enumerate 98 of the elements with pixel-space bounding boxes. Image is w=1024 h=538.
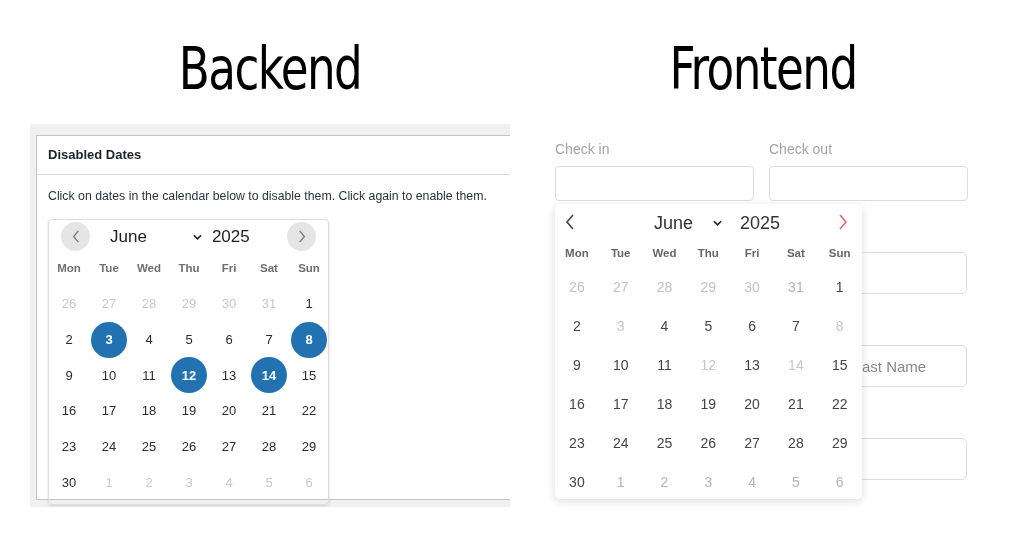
calendar-day[interactable]: 22	[817, 385, 862, 424]
calendar-day[interactable]: 6	[211, 321, 247, 358]
caret-icon	[713, 220, 723, 226]
calendar-day[interactable]: 11	[131, 357, 167, 394]
calendar-day[interactable]: 28	[251, 428, 287, 465]
calendar-day[interactable]: 20	[730, 385, 774, 424]
input-field[interactable]	[555, 166, 754, 201]
calendar-day[interactable]: 20	[211, 393, 247, 429]
calendar-day[interactable]: 4	[131, 321, 167, 358]
weekday-label: Thu	[177, 260, 201, 276]
calendar-day[interactable]: 7	[774, 307, 818, 346]
weekday-label: Wed	[651, 246, 678, 261]
calendar-day[interactable]: 17	[598, 385, 643, 424]
weekday-label: Mon	[564, 246, 590, 261]
calendar-day[interactable]: 10	[91, 357, 127, 394]
calendar-day[interactable]: 16	[555, 385, 599, 424]
weekday-label: Tue	[609, 246, 632, 261]
calendar-day[interactable]: 21	[774, 385, 818, 424]
calendar-day[interactable]: 14	[251, 357, 287, 394]
calendar-day[interactable]: 24	[598, 424, 643, 463]
chevron-left-icon	[565, 214, 575, 230]
calendar-day[interactable]: 29	[291, 428, 327, 465]
weekday-label: Sun	[827, 246, 852, 261]
calendar-day[interactable]: 17	[91, 393, 127, 429]
calendar-day[interactable]: 5	[171, 321, 207, 358]
year-field[interactable]: 2025	[211, 224, 250, 250]
calendar-day[interactable]: 29	[817, 424, 862, 463]
month-select[interactable]: June	[110, 224, 202, 250]
weekday-label: Fri	[743, 246, 761, 261]
weekday-label: Tue	[98, 260, 120, 276]
calendar-day[interactable]: 26	[171, 428, 207, 465]
section-heading: Frontend	[668, 40, 857, 105]
calendar-day[interactable]: 13	[211, 357, 247, 394]
calendar-day[interactable]: 2	[51, 321, 87, 358]
calendar-day[interactable]: 30	[51, 464, 87, 501]
field-label: Check in	[555, 140, 611, 158]
calendar-day[interactable]: 4	[642, 307, 687, 346]
calendar-day[interactable]: 27	[730, 424, 774, 463]
calendar-day[interactable]: 25	[642, 424, 687, 463]
calendar-day[interactable]: 1	[817, 268, 862, 307]
weekday-label: Fri	[220, 260, 238, 276]
calendar-day: 27	[598, 268, 643, 307]
instruction-text: Click on dates in the calendar below to disable them. Click again to enable them.	[48, 187, 487, 205]
calendar-day[interactable]: 12	[171, 357, 207, 394]
calendar-day[interactable]: 21	[251, 393, 287, 429]
calendar-day[interactable]: 9	[51, 357, 87, 394]
calendar-day[interactable]: 30	[555, 463, 599, 502]
calendar-day[interactable]: 23	[555, 424, 599, 463]
calendar-day[interactable]: 5	[686, 307, 731, 346]
calendar-day[interactable]: 16	[51, 393, 87, 429]
calendar-day[interactable]: 22	[291, 393, 327, 429]
calendar-day[interactable]: 3	[91, 321, 127, 358]
calendar-day[interactable]: 23	[51, 428, 87, 465]
calendar-day: 29	[686, 268, 731, 307]
chevron-right-icon	[838, 214, 848, 230]
weekday-label: Sun	[297, 260, 321, 276]
calendar-day[interactable]: 28	[774, 424, 818, 463]
calendar-day: 26	[555, 268, 599, 307]
calendar-day[interactable]: 25	[131, 428, 167, 465]
calendar-day[interactable]: 9	[555, 346, 599, 385]
weekday-label: Thu	[696, 246, 720, 261]
weekday-label: Sat	[259, 260, 279, 276]
calendar-day[interactable]: 6	[730, 307, 774, 346]
weekday-label: Mon	[56, 260, 82, 276]
weekday-label: Wed	[135, 260, 163, 276]
calendar-day[interactable]: 15	[291, 357, 327, 394]
calendar-day[interactable]: 24	[91, 428, 127, 465]
input-field[interactable]	[769, 166, 968, 201]
calendar-day[interactable]: 18	[642, 385, 687, 424]
year-field[interactable]: 2025	[740, 209, 781, 237]
calendar-day: 8	[817, 307, 862, 346]
field-label: Check out	[769, 140, 834, 158]
section-heading: Backend	[178, 40, 362, 105]
calendar-day[interactable]: 13	[730, 346, 774, 385]
calendar-day: 30	[730, 268, 774, 307]
calendar-day[interactable]: 26	[686, 424, 731, 463]
month-select[interactable]: June	[654, 209, 723, 237]
caret-icon	[192, 233, 202, 240]
calendar-day[interactable]: 27	[211, 428, 247, 465]
calendar-day[interactable]: 1	[291, 285, 327, 322]
calendar-day: 3	[598, 307, 643, 346]
calendar-day[interactable]: 2	[555, 307, 599, 346]
calendar-day: 12	[686, 346, 731, 385]
weekday-label: Sat	[785, 246, 806, 261]
calendar-day[interactable]: 11	[642, 346, 687, 385]
calendar-day[interactable]: 18	[131, 393, 167, 429]
calendar-day[interactable]: 8	[291, 321, 327, 358]
next-month-button[interactable]	[287, 222, 316, 252]
calendar-day[interactable]: 19	[686, 385, 731, 424]
chevron-right-icon	[297, 230, 306, 244]
calendar-day[interactable]: 19	[171, 393, 207, 429]
chevron-left-icon	[71, 230, 80, 244]
calendar-day[interactable]: 7	[251, 321, 287, 358]
panel-title: Disabled Dates	[37, 136, 510, 175]
calendar-day[interactable]: 15	[817, 346, 862, 385]
calendar-day[interactable]: 10	[598, 346, 643, 385]
calendar-day: 28	[642, 268, 687, 307]
calendar-day: 14	[774, 346, 818, 385]
